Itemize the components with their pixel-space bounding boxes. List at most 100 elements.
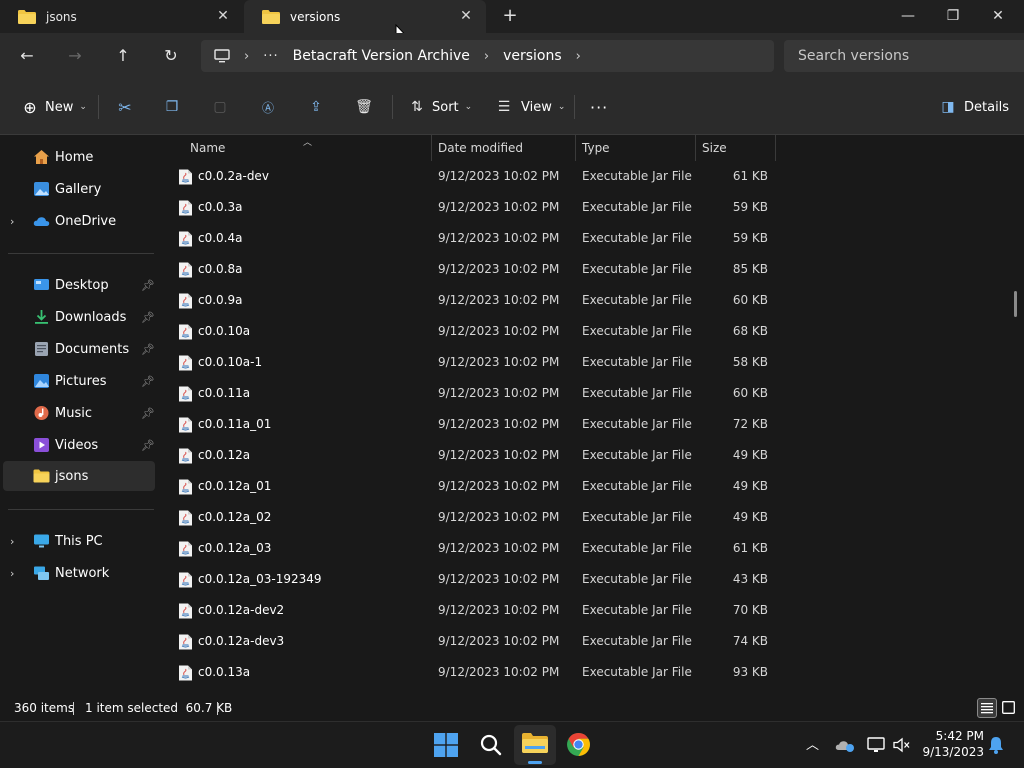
file-name: c0.0.12a_03 — [198, 541, 272, 555]
table-row[interactable]: c0.0.12a 9/12/2023 10:02 PM Executable Jar… — [158, 440, 1024, 471]
sidebar-item-music[interactable]: Music 📌︎ — [0, 398, 156, 428]
cut-button[interactable]: ✂ — [115, 95, 135, 119]
file-date: 9/12/2023 10:02 PM — [438, 293, 560, 307]
pin-icon[interactable]: 📌︎ — [141, 439, 155, 452]
jar-file-icon — [179, 541, 192, 557]
file-name: c0.0.12a — [198, 448, 251, 462]
tray-overflow-chevron-icon[interactable]: ︿ — [806, 734, 819, 753]
restore-button[interactable]: ❐ — [938, 4, 968, 28]
table-row[interactable]: c0.0.12a_03 9/12/2023 10:02 PM Executable … — [158, 533, 1024, 564]
column-header-size[interactable]: Size — [702, 135, 772, 161]
network-tray-icon[interactable] — [867, 737, 887, 753]
minimize-button[interactable]: — — [893, 4, 923, 28]
table-row[interactable]: c0.0.2a-dev 9/12/2023 10:02 PM Executable … — [158, 161, 1024, 192]
sidebar-item-documents[interactable]: Documents 📌︎ — [0, 334, 156, 364]
sidebar-item-jsons[interactable]: jsons — [3, 461, 155, 491]
breadcrumb-betacraft[interactable]: Betacraft Version Archive — [293, 48, 470, 64]
pin-icon[interactable]: 📌︎ — [141, 407, 155, 420]
jar-file-icon — [179, 324, 192, 340]
sidebar-item-desktop[interactable]: Desktop 📌︎ — [0, 270, 156, 300]
rename-button[interactable]: Ⓐ — [258, 95, 278, 119]
back-button[interactable]: ← — [15, 45, 39, 67]
sidebar-item-gallery[interactable]: Gallery — [0, 174, 156, 204]
sort-button[interactable]: ⇅ Sort ⌄ — [407, 95, 472, 119]
file-name: c0.0.12a-dev2 — [198, 603, 285, 617]
pin-icon[interactable]: 📌︎ — [141, 343, 155, 356]
tiles-view-button[interactable] — [999, 698, 1019, 718]
table-row[interactable]: c0.0.12a_03-192349 9/12/2023 10:02 PM Exec… — [158, 564, 1024, 595]
details-view-icon — [981, 703, 993, 714]
volume-muted-icon[interactable] — [893, 737, 911, 753]
file-size: 49 KB — [732, 479, 768, 493]
pin-icon[interactable]: 📌︎ — [141, 279, 155, 292]
file-date: 9/12/2023 10:02 PM — [438, 572, 560, 586]
pin-icon[interactable]: 📌︎ — [141, 311, 155, 324]
jar-file-icon — [179, 200, 192, 216]
breadcrumb-overflow[interactable]: ··· — [263, 49, 278, 64]
sidebar-item-home[interactable]: Home — [0, 142, 156, 172]
table-row[interactable]: c0.0.9a 9/12/2023 10:02 PM Executable Jar … — [158, 285, 1024, 316]
table-row[interactable]: c0.0.12a-dev2 9/12/2023 10:02 PM Executabl… — [158, 595, 1024, 626]
table-row[interactable]: c0.0.13a 9/12/2023 10:02 PM Executable Jar… — [158, 657, 1024, 688]
pc-icon — [34, 534, 49, 548]
share-button[interactable]: ⇪ — [306, 95, 326, 119]
notification-bell-icon[interactable] — [988, 736, 1004, 754]
system-clock[interactable]: 5:42 PM 9/13/2023 — [920, 728, 984, 760]
windows-start-icon[interactable] — [434, 733, 458, 757]
chevron-right-icon[interactable]: › — [10, 535, 14, 548]
up-button[interactable]: ↑ — [111, 45, 135, 67]
table-row[interactable]: c0.0.4a 9/12/2023 10:02 PM Executable Jar … — [158, 223, 1024, 254]
table-row[interactable]: c0.0.12a_01 9/12/2023 10:02 PM Executable … — [158, 471, 1024, 502]
chrome-icon[interactable] — [566, 732, 591, 757]
details-button[interactable]: ◨ Details — [938, 95, 1009, 119]
breadcrumb-versions[interactable]: versions — [503, 48, 562, 64]
table-row[interactable]: c0.0.8a 9/12/2023 10:02 PM Executable Jar … — [158, 254, 1024, 285]
search-input[interactable]: Search versions — [784, 40, 1024, 72]
file-date: 9/12/2023 10:02 PM — [438, 169, 560, 183]
file-name: c0.0.10a-1 — [198, 355, 263, 369]
copy-button[interactable]: ❐ — [162, 95, 182, 119]
address-bar[interactable]: › ··· Betacraft Version Archive › versio… — [201, 40, 774, 72]
tab-versions[interactable]: versions ✕ — [244, 0, 486, 33]
table-row[interactable]: c0.0.11a_01 9/12/2023 10:02 PM Executable … — [158, 409, 1024, 440]
file-date: 9/12/2023 10:02 PM — [438, 634, 560, 648]
table-row[interactable]: c0.0.11a 9/12/2023 10:02 PM Executable Jar… — [158, 378, 1024, 409]
details-view-button[interactable] — [977, 698, 997, 718]
chevron-right-icon[interactable]: › — [10, 567, 14, 580]
sidebar-item-this-pc[interactable]: › This PC — [0, 526, 156, 556]
close-icon[interactable]: ✕ — [215, 8, 231, 24]
table-row[interactable]: c0.0.10a-1 9/12/2023 10:02 PM Executable J… — [158, 347, 1024, 378]
search-icon[interactable] — [479, 733, 503, 757]
close-window-button[interactable]: ✕ — [983, 4, 1013, 28]
jar-file-icon — [179, 386, 192, 402]
column-header-date[interactable]: Date modified — [438, 135, 574, 161]
column-header-type[interactable]: Type — [582, 135, 692, 161]
sidebar-item-onedrive[interactable]: › OneDrive — [0, 206, 156, 236]
pin-icon[interactable]: 📌︎ — [141, 375, 155, 388]
sidebar-item-pictures[interactable]: Pictures 📌︎ — [0, 366, 156, 396]
new-tab-button[interactable]: + — [500, 6, 520, 26]
file-explorer-taskbar-button[interactable] — [514, 725, 556, 765]
view-button[interactable]: ☰ View ⌄ — [494, 95, 566, 119]
table-row[interactable]: c0.0.12a-dev3 9/12/2023 10:02 PM Executabl… — [158, 626, 1024, 657]
table-row[interactable]: c0.0.3a 9/12/2023 10:02 PM Executable Jar … — [158, 192, 1024, 223]
sidebar-item-videos[interactable]: Videos 📌︎ — [0, 430, 156, 460]
sidebar-item-downloads[interactable]: Downloads 📌︎ — [0, 302, 156, 332]
file-size: 49 KB — [732, 448, 768, 462]
forward-button[interactable]: → — [63, 45, 87, 67]
tab-jsons[interactable]: jsons ✕ — [0, 0, 243, 33]
delete-button[interactable]: 🗑 — [354, 95, 374, 119]
table-row[interactable]: c0.0.12a_02 9/12/2023 10:02 PM Executable … — [158, 502, 1024, 533]
table-row[interactable]: c0.0.10a 9/12/2023 10:02 PM Executable Jar… — [158, 316, 1024, 347]
chevron-right-icon[interactable]: › — [576, 49, 581, 64]
onedrive-tray-icon[interactable] — [835, 737, 855, 753]
new-button[interactable]: ⊕ New ⌄ — [20, 95, 87, 119]
refresh-button[interactable]: ↻ — [159, 45, 183, 67]
more-options-button[interactable]: ··· — [590, 95, 608, 119]
sidebar-item-network[interactable]: › Network — [0, 558, 156, 588]
paste-button[interactable]: ▢ — [210, 95, 230, 119]
sidebar-label: Downloads — [55, 309, 127, 325]
close-icon[interactable]: ✕ — [458, 8, 474, 24]
chevron-right-icon[interactable]: › — [10, 215, 14, 228]
vertical-scrollbar[interactable] — [1014, 291, 1017, 317]
